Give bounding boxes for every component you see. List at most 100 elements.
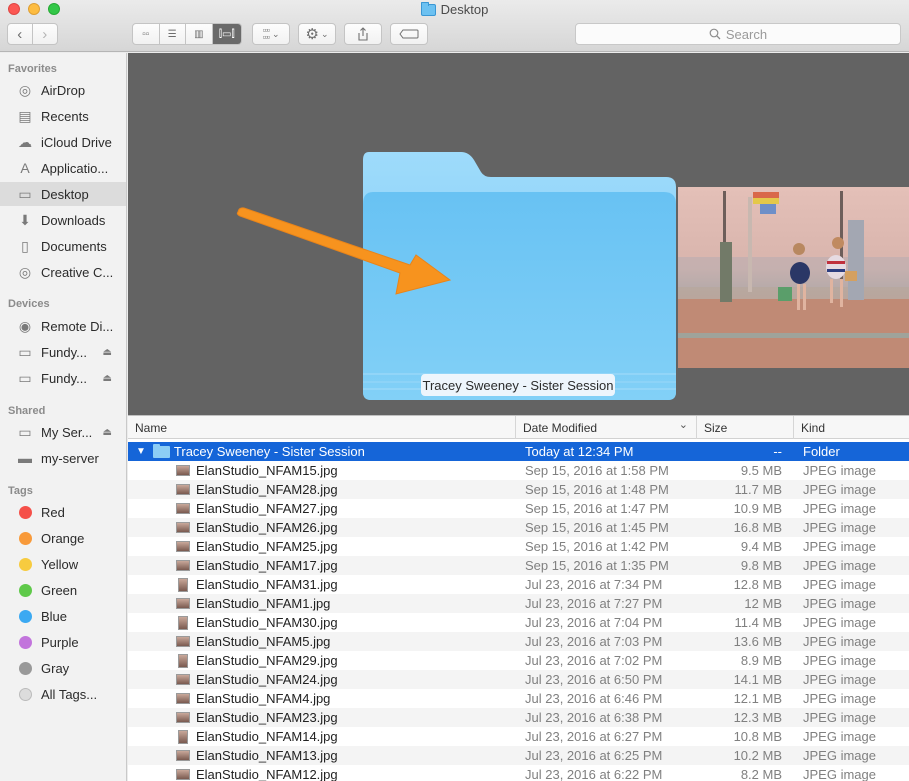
sidebar-item-remote-di[interactable]: ◉ Remote Di... — [0, 314, 126, 338]
sidebar-item-airdrop[interactable]: ◎ AirDrop — [0, 78, 126, 102]
search-icon — [709, 28, 721, 40]
edit-tags-button[interactable] — [390, 23, 428, 45]
search-placeholder: Search — [725, 26, 768, 42]
sidebar-item-creative-c[interactable]: ◎ Creative C... — [0, 260, 126, 284]
sidebar-item-label: Creative C... — [41, 264, 114, 280]
chevron-left-icon: ‹ — [17, 25, 23, 43]
share-button[interactable] — [344, 23, 382, 45]
orange-arrow-annotation — [236, 207, 452, 295]
sidebar-item-fundy[interactable]: ▭ Fundy... ⏏ — [0, 366, 126, 390]
view-mode-selector: ▫▫ ☰ ▥ ⫿▭⫿ — [132, 23, 242, 45]
sidebar-item-label: Recents — [41, 108, 89, 124]
folder-caption: Tracey Sweeney - Sister Session — [421, 374, 615, 396]
folder-row[interactable]: ▼ Tracey Sweeney - Sister Session Today … — [128, 442, 909, 461]
file-row[interactable]: ElanStudio_NFAM29.jpg Jul 23, 2016 at 7:0… — [128, 651, 909, 670]
file-row[interactable]: ElanStudio_NFAM25.jpg Sep 15, 2016 at 1:4… — [128, 537, 909, 556]
file-date: Jul 23, 2016 at 6:50 PM — [525, 672, 663, 687]
file-row[interactable]: ElanStudio_NFAM12.jpg Jul 23, 2016 at 6:2… — [128, 765, 909, 781]
jpeg-thumbnail-icon — [176, 465, 190, 476]
sidebar-item-applicatio[interactable]: A Applicatio... — [0, 156, 126, 180]
file-size: 11.4 MB — [734, 615, 782, 630]
file-row[interactable]: ElanStudio_NFAM1.jpg Jul 23, 2016 at 7:27… — [128, 594, 909, 613]
file-kind: JPEG image — [803, 501, 876, 516]
file-row[interactable]: ElanStudio_NFAM30.jpg Jul 23, 2016 at 7:0… — [128, 613, 909, 632]
column-header-date-modified[interactable]: Date Modified ⌄ — [516, 416, 697, 439]
file-name: ElanStudio_NFAM26.jpg — [196, 520, 338, 535]
sidebar-item-label: my-server — [41, 450, 99, 466]
sidebar-item-fundy[interactable]: ▭ Fundy... ⏏ — [0, 340, 126, 364]
list-view-button[interactable]: ☰ — [160, 24, 187, 44]
sidebar-item-label: Purple — [41, 634, 79, 650]
back-button[interactable]: ‹ — [8, 24, 33, 44]
file-name: ElanStudio_NFAM17.jpg — [196, 558, 338, 573]
monitor-icon: ▭ — [18, 423, 32, 440]
action-button[interactable]: ⚙ ⌄ — [298, 23, 336, 45]
file-size: 14.1 MB — [733, 672, 782, 687]
file-row[interactable]: ElanStudio_NFAM23.jpg Jul 23, 2016 at 6:3… — [128, 708, 909, 727]
file-row[interactable]: ElanStudio_NFAM26.jpg Sep 15, 2016 at 1:4… — [128, 518, 909, 537]
photo-girls-walking — [678, 187, 909, 368]
sidebar-item-my-server[interactable]: ▬ my-server — [0, 446, 126, 470]
file-kind: JPEG image — [803, 729, 876, 744]
disc-icon: ◉ — [18, 317, 32, 334]
eject-icon[interactable]: ⏏ — [103, 347, 112, 358]
disclosure-triangle-icon[interactable]: ▼ — [136, 446, 146, 457]
sidebar-item-all-tags[interactable]: All Tags... — [0, 682, 126, 706]
column-header-size[interactable]: Size — [697, 416, 794, 439]
arrange-button[interactable]: ▫▫▫ ▫▫▫ ⌄ — [252, 23, 290, 45]
file-row[interactable]: ElanStudio_NFAM4.jpg Jul 23, 2016 at 6:46… — [128, 689, 909, 708]
file-row[interactable]: ElanStudio_NFAM28.jpg Sep 15, 2016 at 1:4… — [128, 480, 909, 499]
column-view-button[interactable]: ▥ — [186, 24, 213, 44]
jpeg-thumbnail-icon — [178, 653, 188, 668]
sidebar-item-recents[interactable]: ▤ Recents — [0, 104, 126, 128]
file-date: Sep 15, 2016 at 1:42 PM — [525, 539, 669, 554]
search-input[interactable]: Search — [575, 23, 901, 45]
file-kind: JPEG image — [803, 577, 876, 592]
sidebar-item-purple[interactable]: Purple — [0, 630, 126, 654]
sidebar-item-desktop[interactable]: ▭ Desktop — [0, 182, 126, 206]
file-size: 9.5 MB — [740, 463, 782, 478]
column-header-kind[interactable]: Kind — [794, 416, 909, 439]
file-row[interactable]: ElanStudio_NFAM5.jpg Jul 23, 2016 at 7:03… — [128, 632, 909, 651]
sidebar-item-yellow[interactable]: Yellow — [0, 552, 126, 576]
file-row[interactable]: ElanStudio_NFAM27.jpg Sep 15, 2016 at 1:4… — [128, 499, 909, 518]
sidebar-item-documents[interactable]: ▯ Documents — [0, 234, 126, 258]
tag-dot — [18, 635, 32, 649]
sidebar-item-green[interactable]: Green — [0, 578, 126, 602]
column-header-name-label: Name — [135, 420, 168, 435]
tag-dot — [18, 557, 32, 571]
file-row[interactable]: ElanStudio_NFAM14.jpg Jul 23, 2016 at 6:2… — [128, 727, 909, 746]
sidebar-item-gray[interactable]: Gray — [0, 656, 126, 680]
eject-icon[interactable]: ⏏ — [103, 373, 112, 384]
sidebar-item-my-ser[interactable]: ▭ My Ser... ⏏ — [0, 420, 126, 444]
file-row[interactable]: ElanStudio_NFAM31.jpg Jul 23, 2016 at 7:3… — [128, 575, 909, 594]
file-kind: Folder — [803, 444, 840, 459]
file-row[interactable]: ElanStudio_NFAM17.jpg Sep 15, 2016 at 1:3… — [128, 556, 909, 575]
eject-icon[interactable]: ⏏ — [103, 427, 112, 438]
file-name: ElanStudio_NFAM24.jpg — [196, 672, 338, 687]
column-header-name[interactable]: Name — [128, 416, 516, 439]
sidebar-item-downloads[interactable]: ⬇ Downloads — [0, 208, 126, 232]
jpeg-thumbnail-icon — [178, 729, 188, 744]
monitor-icon: ▬ — [18, 450, 32, 466]
cover-flow-view-button[interactable]: ⫿▭⫿ — [212, 24, 241, 44]
file-row[interactable]: ElanStudio_NFAM13.jpg Jul 23, 2016 at 6:2… — [128, 746, 909, 765]
file-date: Jul 23, 2016 at 6:38 PM — [525, 710, 663, 725]
sidebar-item-blue[interactable]: Blue — [0, 604, 126, 628]
tag-color-dot-icon — [16, 529, 34, 547]
file-size: 10.9 MB — [733, 501, 782, 516]
sidebar-item-orange[interactable]: Orange — [0, 526, 126, 550]
sidebar-item-icloud-drive[interactable]: ☁ iCloud Drive — [0, 130, 126, 154]
file-name: ElanStudio_NFAM27.jpg — [196, 501, 338, 516]
file-row[interactable]: ElanStudio_NFAM24.jpg Jul 23, 2016 at 6:5… — [128, 670, 909, 689]
forward-button[interactable]: › — [33, 24, 57, 44]
sidebar-item-red[interactable]: Red — [0, 500, 126, 524]
image-preview-thumbnail[interactable] — [678, 187, 909, 368]
file-name: ElanStudio_NFAM13.jpg — [196, 748, 338, 763]
arrange-grid-icon: ▫▫▫ ▫▫▫ — [262, 25, 270, 42]
sidebar-item-label: iCloud Drive — [41, 134, 112, 150]
icon-view-button[interactable]: ▫▫ — [133, 24, 160, 44]
file-row[interactable]: ElanStudio_NFAM15.jpg Sep 15, 2016 at 1:5… — [128, 461, 909, 480]
file-name: ElanStudio_NFAM5.jpg — [196, 634, 331, 649]
sidebar-item-label: Yellow — [41, 556, 79, 572]
